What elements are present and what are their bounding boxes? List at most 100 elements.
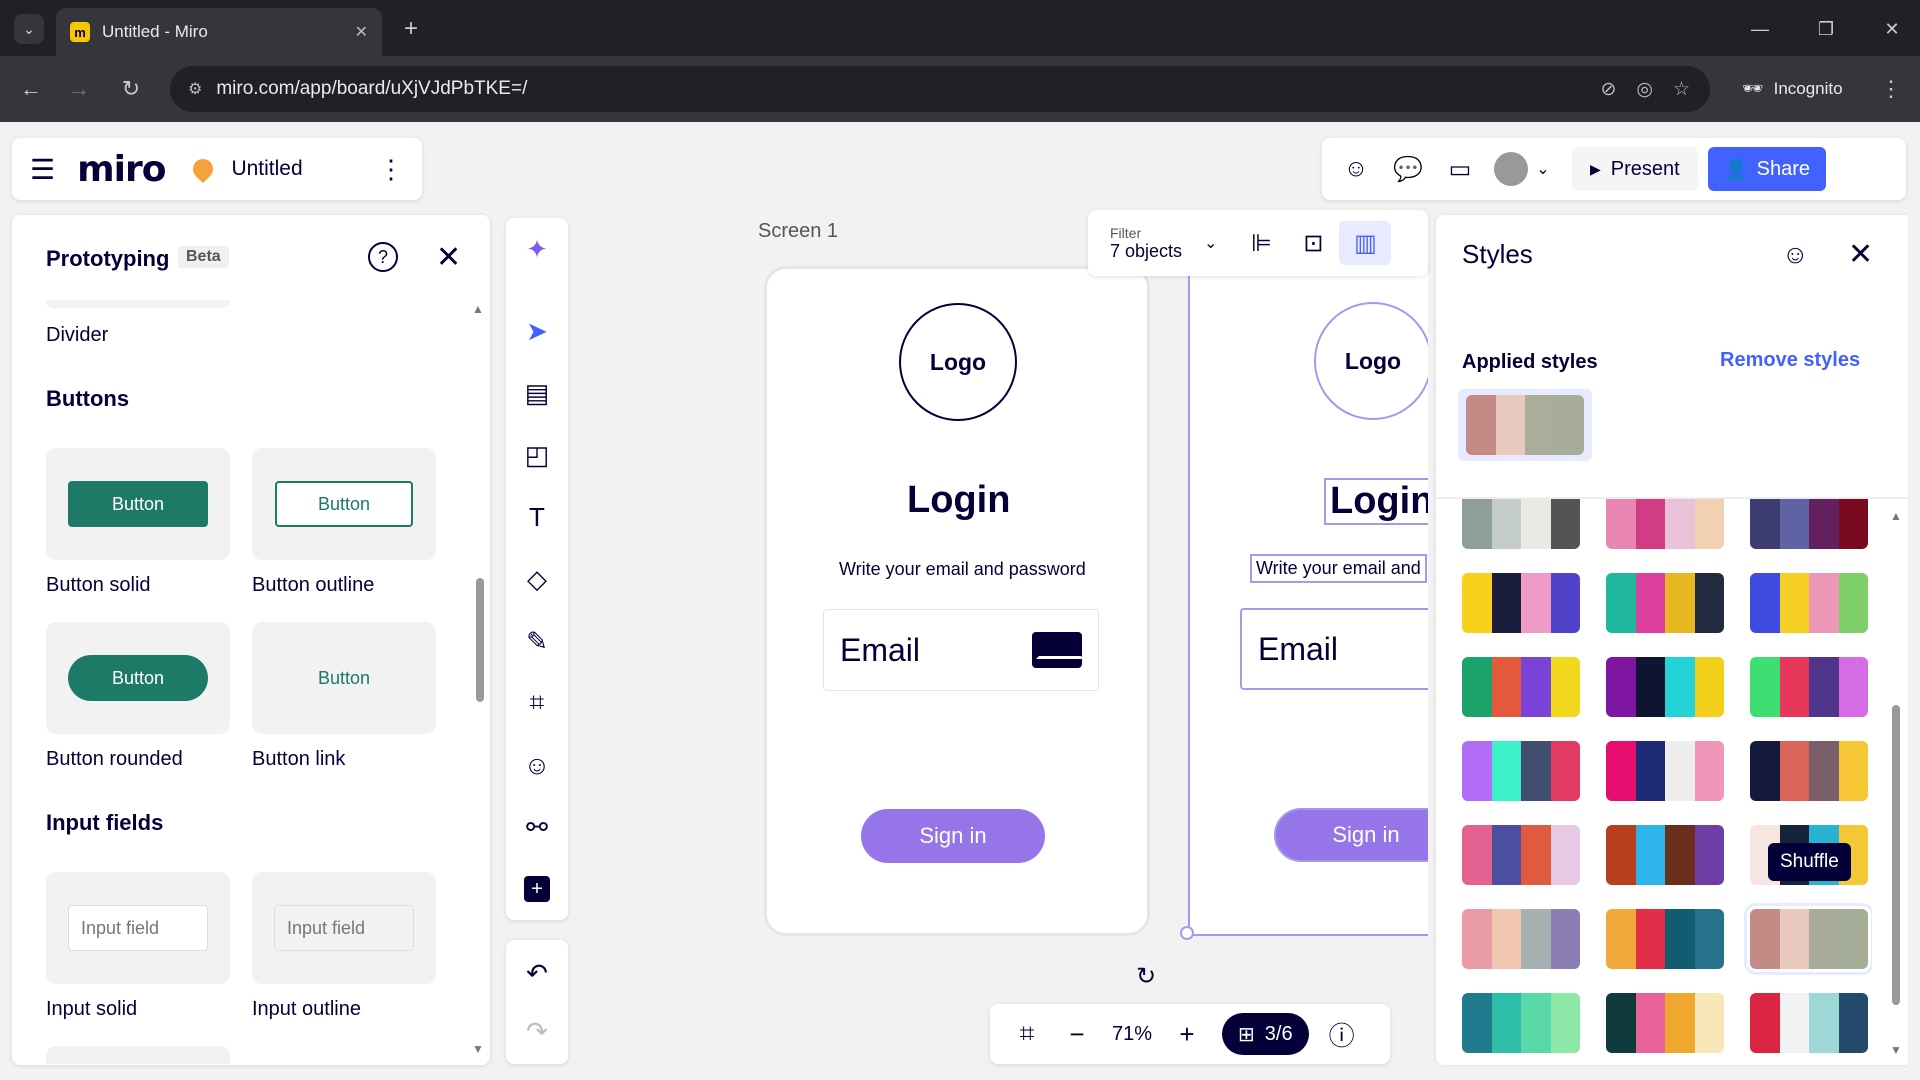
applied-style-card[interactable] (1458, 389, 1592, 461)
new-tab-icon[interactable]: + (396, 14, 426, 44)
align-icon[interactable]: ⊫ (1235, 221, 1287, 265)
palette-swatch[interactable] (1462, 825, 1580, 885)
palette-swatch[interactable] (1750, 741, 1868, 801)
learning-center-pill[interactable]: ⊞ 3/6 (1222, 1013, 1309, 1055)
palette-swatch[interactable] (1606, 499, 1724, 549)
undo-icon[interactable]: ↶ (506, 948, 568, 998)
feedback-icon[interactable]: ☺ (1782, 239, 1809, 270)
board-name[interactable]: Untitled (231, 157, 378, 181)
palette-swatch[interactable] (1606, 909, 1724, 969)
ai-sparkle-icon[interactable]: ✦ (506, 224, 568, 274)
palette-swatch[interactable] (1462, 993, 1580, 1053)
avatar[interactable] (1494, 152, 1528, 186)
scroll-up-icon[interactable]: ▲ (472, 302, 484, 316)
zoom-in-icon[interactable]: + (1162, 1012, 1212, 1056)
templates-icon[interactable]: ▤ (506, 368, 568, 418)
rotate-handle-icon[interactable]: ↻ (1136, 962, 1156, 991)
button-link-tile[interactable]: Button (252, 622, 436, 734)
palette-swatch[interactable] (1606, 741, 1724, 801)
palette-swatch[interactable] (1606, 657, 1724, 717)
styles-scrollbar[interactable] (1892, 705, 1900, 1005)
more-apps-icon[interactable]: + (506, 864, 568, 914)
palette-swatch[interactable] (1462, 657, 1580, 717)
remove-styles-link[interactable]: Remove styles (1720, 349, 1860, 372)
palette-swatch[interactable] (1750, 499, 1868, 549)
palette-swatch[interactable] (1462, 741, 1580, 801)
main-menu-icon[interactable]: ☰ (30, 153, 55, 186)
button-solid-tile[interactable]: Button (46, 448, 230, 560)
scroll-down-icon[interactable]: ▼ (472, 1042, 484, 1056)
sign-in-button[interactable]: Sign in (861, 809, 1045, 863)
close-panel-icon[interactable]: ✕ (436, 240, 461, 275)
help-circle-icon[interactable]: ⓘ (1317, 1012, 1367, 1056)
zoom-out-icon[interactable]: − (1052, 1012, 1102, 1056)
bookmark-star-icon[interactable]: ☆ (1673, 78, 1690, 101)
help-icon[interactable]: ? (368, 242, 398, 272)
text-icon[interactable]: T (506, 492, 568, 542)
palette-swatch[interactable] (1606, 825, 1724, 885)
palette-swatch[interactable] (1750, 993, 1868, 1053)
styles-scroll-up-icon[interactable]: ▲ (1890, 509, 1902, 523)
select-cursor-icon[interactable]: ➤ (506, 306, 568, 356)
miro-logo[interactable]: miro (77, 149, 166, 190)
shapes-icon[interactable]: ◇ (506, 554, 568, 604)
styles-scroll-down-icon[interactable]: ▼ (1890, 1043, 1902, 1057)
filter-dropdown[interactable]: Filter 7 objects ⌄ (1110, 225, 1217, 262)
tab-search-icon[interactable]: ⌄ (14, 14, 44, 44)
selection-handle[interactable] (1180, 926, 1194, 940)
diagram-icon[interactable]: ⚯ (506, 802, 568, 852)
palette-swatch[interactable] (1750, 657, 1868, 717)
input-outline-tile[interactable]: Input field (252, 872, 436, 984)
redo-icon[interactable]: ↷ (506, 1006, 568, 1056)
button-rounded-tile[interactable]: Button (46, 622, 230, 734)
fit-to-screen-icon[interactable]: ⌗ (1002, 1012, 1052, 1056)
back-icon[interactable]: ← (14, 72, 48, 106)
forward-icon[interactable]: → (62, 72, 96, 106)
share-button[interactable]: 👤 Share (1707, 147, 1826, 191)
present-button[interactable]: ▶ Present (1572, 147, 1698, 191)
palette-swatch[interactable] (1744, 903, 1872, 975)
eye-off-icon[interactable]: ◎ (1636, 78, 1653, 101)
pen-icon[interactable]: ✎ (506, 616, 568, 666)
login-subtitle[interactable]: Write your email and password (839, 559, 1086, 580)
minimize-icon[interactable]: — (1740, 14, 1780, 44)
styles-brush-icon[interactable]: ▥ (1339, 221, 1392, 265)
panel-scrollbar[interactable] (476, 578, 484, 702)
reload-icon[interactable]: ↻ (114, 72, 148, 106)
divider-preview[interactable] (46, 300, 230, 308)
chevron-down-icon[interactable]: ⌄ (1528, 147, 1558, 191)
palette-swatch[interactable] (1750, 573, 1868, 633)
logo-placeholder[interactable]: Logo (899, 303, 1017, 421)
comments-icon[interactable]: 💬 (1382, 147, 1434, 191)
palette-swatch[interactable] (1462, 573, 1580, 633)
logo-placeholder-2[interactable]: Logo (1314, 302, 1428, 420)
browser-tab[interactable]: m Untitled - Miro ✕ (56, 8, 382, 56)
board-options-icon[interactable]: ⋮ (378, 154, 404, 185)
tab-close-icon[interactable]: ✕ (355, 22, 368, 42)
board-location-icon[interactable] (189, 154, 218, 184)
next-tile-partial[interactable] (46, 1046, 230, 1064)
emoji-sticker-icon[interactable]: ☺ (506, 740, 568, 790)
frame-label[interactable]: Screen 1 (758, 220, 838, 243)
browser-menu-icon[interactable]: ⋮ (1876, 72, 1906, 106)
palette-swatch[interactable] (1606, 573, 1724, 633)
sign-in-button-2[interactable]: Sign in (1274, 808, 1428, 862)
window-close-icon[interactable]: ✕ (1872, 14, 1912, 44)
login-screen-frame[interactable]: Logo Login Write your email and password… (764, 266, 1150, 936)
reactions-icon[interactable]: ☺ (1330, 147, 1382, 191)
login-title-2[interactable]: Login (1324, 478, 1428, 525)
frame-icon[interactable]: ⌗ (506, 678, 568, 728)
frame-select-icon[interactable]: ⊡ (1287, 221, 1339, 265)
palette-swatch[interactable] (1606, 993, 1724, 1053)
address-bar[interactable]: ⚙ miro.com/app/board/uXjVJdPbTKE=/ ⊘ ◎ ☆ (170, 66, 1710, 112)
blocked-icon[interactable]: ⊘ (1600, 78, 1616, 101)
login-screen-frame-selected[interactable]: Logo Login Write your email and Email Si… (1188, 266, 1428, 936)
incognito-indicator[interactable]: 🕶 Incognito (1728, 70, 1857, 108)
sticky-note-icon[interactable]: ◰ (506, 430, 568, 480)
close-styles-icon[interactable]: ✕ (1848, 237, 1873, 272)
restore-icon[interactable]: ❐ (1806, 14, 1846, 44)
login-title[interactable]: Login (907, 479, 1010, 522)
zoom-value[interactable]: 71% (1102, 1023, 1162, 1046)
site-info-icon[interactable]: ⚙ (188, 79, 202, 99)
input-solid-tile[interactable]: Input field (46, 872, 230, 984)
